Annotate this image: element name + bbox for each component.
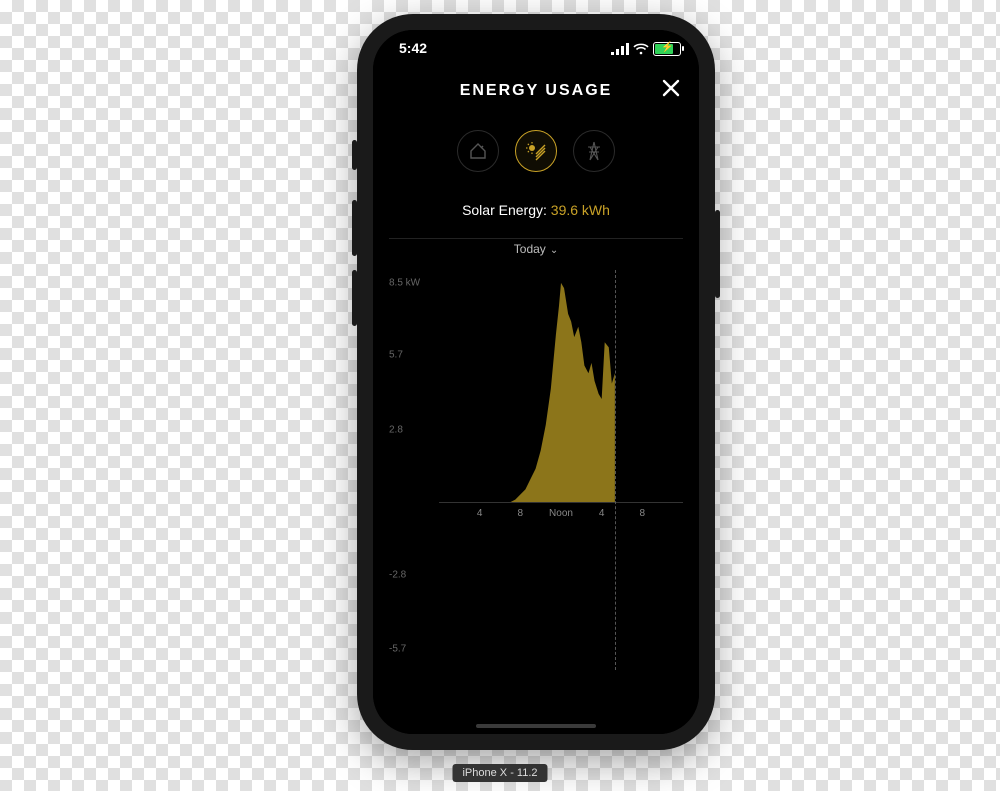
tab-grid[interactable] bbox=[573, 130, 615, 172]
chevron-down-icon: ⌄ bbox=[550, 245, 558, 256]
now-line bbox=[615, 270, 616, 670]
divider bbox=[389, 238, 683, 239]
metric-line: Solar Energy: 39.6 kWh bbox=[373, 202, 699, 218]
phone-volume-down bbox=[352, 270, 357, 326]
x-tick-label: 8 bbox=[518, 508, 524, 519]
x-tick-label: Noon bbox=[549, 508, 573, 519]
x-tick-label: 4 bbox=[599, 508, 605, 519]
status-time: 5:42 bbox=[399, 40, 427, 56]
screen: 5:42 ⚡ ENERGY USAGE bbox=[373, 30, 699, 734]
metric-value: 39.6 kWh bbox=[551, 202, 610, 218]
device-caption: iPhone X - 11.2 bbox=[452, 764, 547, 782]
chart-plot bbox=[439, 270, 683, 670]
house-icon bbox=[468, 141, 488, 161]
range-selector[interactable]: Today ⌄ bbox=[373, 242, 699, 256]
x-axis bbox=[439, 502, 683, 503]
tab-home[interactable] bbox=[457, 130, 499, 172]
y-tick-label: 2.8 bbox=[389, 425, 403, 436]
y-tick-label: 8.5 kW bbox=[389, 277, 420, 288]
phone-frame: 5:42 ⚡ ENERGY USAGE bbox=[357, 14, 715, 750]
status-bar: 5:42 ⚡ bbox=[373, 40, 699, 60]
metric-label: Solar Energy: bbox=[462, 202, 551, 218]
close-icon bbox=[661, 78, 681, 98]
cellular-icon bbox=[611, 43, 629, 55]
status-right: ⚡ bbox=[611, 42, 681, 56]
home-indicator bbox=[476, 724, 596, 728]
phone-volume-up bbox=[352, 200, 357, 256]
phone-power-button bbox=[715, 210, 720, 298]
tab-solar[interactable] bbox=[515, 130, 557, 172]
category-tabs bbox=[373, 130, 699, 172]
pylon-icon bbox=[585, 141, 603, 161]
solar-series-area bbox=[439, 283, 615, 502]
wifi-icon bbox=[633, 43, 649, 55]
page-title: ENERGY USAGE bbox=[373, 82, 699, 100]
y-tick-label: -5.7 bbox=[389, 644, 406, 655]
y-tick-label: -2.8 bbox=[389, 569, 406, 580]
phone-mute-switch bbox=[352, 140, 357, 170]
close-button[interactable] bbox=[661, 78, 681, 103]
solar-chart: 8.5 kW 5.7 2.8 -2.8 -5.7 4 8 Noon 4 8 bbox=[389, 270, 683, 704]
y-tick-label: 5.7 bbox=[389, 350, 403, 361]
x-tick-label: 4 bbox=[477, 508, 483, 519]
solar-icon bbox=[525, 140, 547, 162]
x-tick-label: 8 bbox=[640, 508, 646, 519]
battery-icon: ⚡ bbox=[653, 42, 681, 56]
range-label: Today bbox=[514, 242, 546, 256]
